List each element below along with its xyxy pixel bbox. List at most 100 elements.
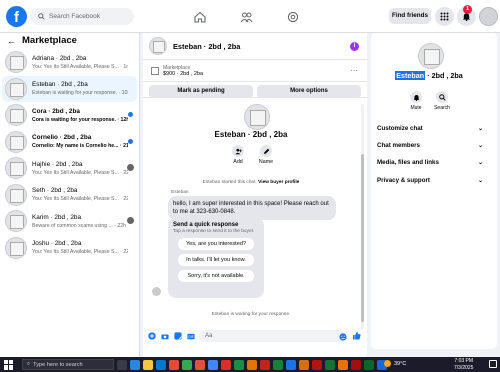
message-thread[interactable]: Esteban · 2bd , 2ba Add Name Esteban sta… — [143, 97, 367, 343]
conversation-name: Karim · 2bd , 2ba — [32, 213, 82, 221]
conversation-preview: Beware of common scams using ... · 22h — [32, 222, 126, 229]
buyer-name: Esteban · 2bd , 2ba — [214, 130, 288, 139]
message-sender: Esteban — [171, 190, 189, 195]
menu-button[interactable] — [435, 7, 454, 26]
chrome-icon[interactable] — [299, 359, 309, 370]
windows-start-icon[interactable] — [4, 359, 14, 370]
message-input[interactable]: Aa — [199, 330, 345, 342]
conversation-avatar — [5, 183, 27, 206]
section-label: Privacy & support — [377, 176, 430, 184]
chrome-icon[interactable] — [247, 359, 257, 370]
profile-avatar[interactable] — [479, 7, 498, 26]
chrome-icon[interactable] — [169, 359, 179, 370]
find-friends-button[interactable]: Find friends — [389, 8, 431, 24]
notification-count-badge: 1 — [463, 5, 472, 14]
quick-response-option[interactable]: Sorry, it's not available. — [178, 270, 254, 282]
chrome-icon[interactable] — [351, 359, 361, 370]
customize-chat-section[interactable]: Customize chat ⌄ — [377, 122, 483, 134]
chrome-icon[interactable] — [273, 359, 283, 370]
quick-response-title: Send a quick response — [173, 222, 239, 228]
conversation-avatar — [5, 236, 27, 259]
back-arrow-icon[interactable]: ← — [7, 36, 16, 46]
name-label: Name — [258, 159, 274, 165]
chat-started-text: Esteban started this chat. — [202, 180, 257, 185]
chrome-icon[interactable] — [208, 359, 218, 370]
gif-icon[interactable]: GIF — [186, 332, 195, 341]
chat-scrollbar[interactable] — [361, 104, 364, 330]
chrome-icon[interactable] — [195, 359, 205, 370]
conversation-item[interactable]: Seth · 2bd , 2ba You: Yes Its Still Avail… — [2, 182, 137, 208]
thumbs-up-icon[interactable] — [352, 331, 361, 340]
chevron-down-icon: ⌄ — [477, 159, 483, 166]
view-buyer-profile-link[interactable]: View buyer profile — [258, 180, 299, 185]
chrome-icon[interactable] — [338, 359, 348, 370]
buyer-avatar[interactable] — [244, 104, 270, 130]
chrome-icon[interactable] — [325, 359, 335, 370]
edge-icon[interactable] — [130, 359, 140, 370]
facebook-logo[interactable]: f — [6, 6, 27, 27]
conversation-avatar — [5, 210, 27, 232]
weather-widget[interactable]: 39°C — [384, 360, 406, 367]
listing-thumbnail — [151, 66, 159, 75]
conversation-item[interactable]: Esteban · 2bd , 2ba Esteban is waiting fo… — [2, 75, 137, 102]
sun-icon — [384, 360, 391, 367]
chrome-icon[interactable] — [364, 359, 374, 370]
conversation-item[interactable]: Cora · 2bd , 2ba Cora is waiting for your… — [2, 102, 137, 128]
search-icon — [38, 13, 45, 20]
search-icon: ⌕ — [27, 361, 31, 367]
scrollbar-thumb[interactable] — [361, 154, 364, 322]
conversation-text: Esteban · 2bd , 2ba Esteban is waiting fo… — [32, 81, 128, 96]
chrome-icon[interactable] — [260, 359, 270, 370]
quick-response-option[interactable]: Yes, are you interested? — [178, 238, 254, 250]
message-composer: GIF Aa — [143, 329, 367, 343]
chrome-icon[interactable] — [234, 359, 244, 370]
more-dots-icon[interactable]: ··· — [350, 66, 358, 75]
chrome-icon[interactable] — [221, 359, 231, 370]
conversation-preview: Cornelio: My name is Cornelio he... · 21… — [32, 143, 128, 149]
chrome-icon[interactable] — [312, 359, 322, 370]
search-label: Search — [434, 105, 450, 111]
taskbar-search[interactable]: ⌕ Type here to search — [22, 359, 114, 370]
search-input[interactable]: Search Facebook — [30, 8, 134, 25]
marketplace-sidebar: ← Marketplace Adriana · 2bd , 2ba You: Ye… — [0, 33, 140, 357]
media-files-links-section[interactable]: Media, files and links ⌄ — [377, 156, 483, 168]
conversation-item[interactable]: Karim · 2bd , 2ba Beware of common scams … — [2, 208, 137, 234]
chat-title[interactable]: Esteban · 2bd , 2ba — [173, 42, 240, 51]
privacy-support-section[interactable]: Privacy & support ⌄ — [377, 174, 483, 186]
quick-response-option[interactable]: In talks. I'll let you know. — [178, 254, 254, 266]
sticker-icon[interactable] — [173, 332, 182, 341]
add-action[interactable]: Add — [226, 145, 250, 165]
clock-date: 7/3/2025 — [454, 364, 474, 371]
chrome-icon[interactable] — [182, 359, 192, 370]
camera-icon[interactable] — [160, 332, 169, 341]
selected-name-text[interactable]: Esteban — [395, 71, 426, 80]
groups-icon[interactable] — [285, 9, 301, 25]
listing-price: $900 · 2bd , 2ba — [163, 70, 204, 77]
store-icon[interactable] — [156, 359, 166, 370]
file-explorer-icon[interactable] — [143, 359, 153, 370]
notification-center-icon[interactable] — [489, 360, 497, 368]
conversation-item[interactable]: Adriana · 2bd , 2ba You: Yes Its Still Av… — [2, 49, 137, 75]
name-action[interactable]: Name — [254, 145, 278, 165]
listing-info[interactable]: Marketplace $900 · 2bd , 2ba ··· — [143, 60, 367, 82]
seen-avatar — [127, 217, 134, 224]
plus-circle-icon[interactable] — [147, 332, 156, 341]
chat-avatar[interactable] — [149, 37, 167, 55]
conversation-item[interactable]: Joshu · 2bd , 2ba You: Yes Its Still Avai… — [2, 235, 137, 261]
task-view-icon[interactable] — [117, 359, 127, 370]
mute-action[interactable]: Mute — [404, 91, 428, 111]
friends-icon[interactable] — [238, 9, 254, 25]
conversation-name: Cornelio · 2bd , 2ba — [32, 134, 92, 141]
conversation-item[interactable]: Cornelio · 2bd , 2ba Cornelio: My name is… — [2, 129, 137, 155]
conversation-item[interactable]: Hajhie · 2bd , 2ba You: Yes Its Still Ava… — [2, 155, 137, 181]
info-icon[interactable]: i — [350, 42, 359, 51]
search-action[interactable]: Search — [430, 91, 454, 111]
details-avatar[interactable] — [418, 43, 444, 69]
emoji-icon[interactable] — [338, 332, 347, 341]
system-clock[interactable]: 7:03 PM 7/3/2025 — [454, 358, 473, 371]
home-icon[interactable] — [192, 9, 208, 25]
seen-avatar — [127, 164, 134, 171]
chevron-down-icon: ⌄ — [477, 142, 483, 149]
chat-members-section[interactable]: Chat members ⌄ — [377, 139, 483, 151]
chrome-icon[interactable] — [286, 359, 296, 370]
